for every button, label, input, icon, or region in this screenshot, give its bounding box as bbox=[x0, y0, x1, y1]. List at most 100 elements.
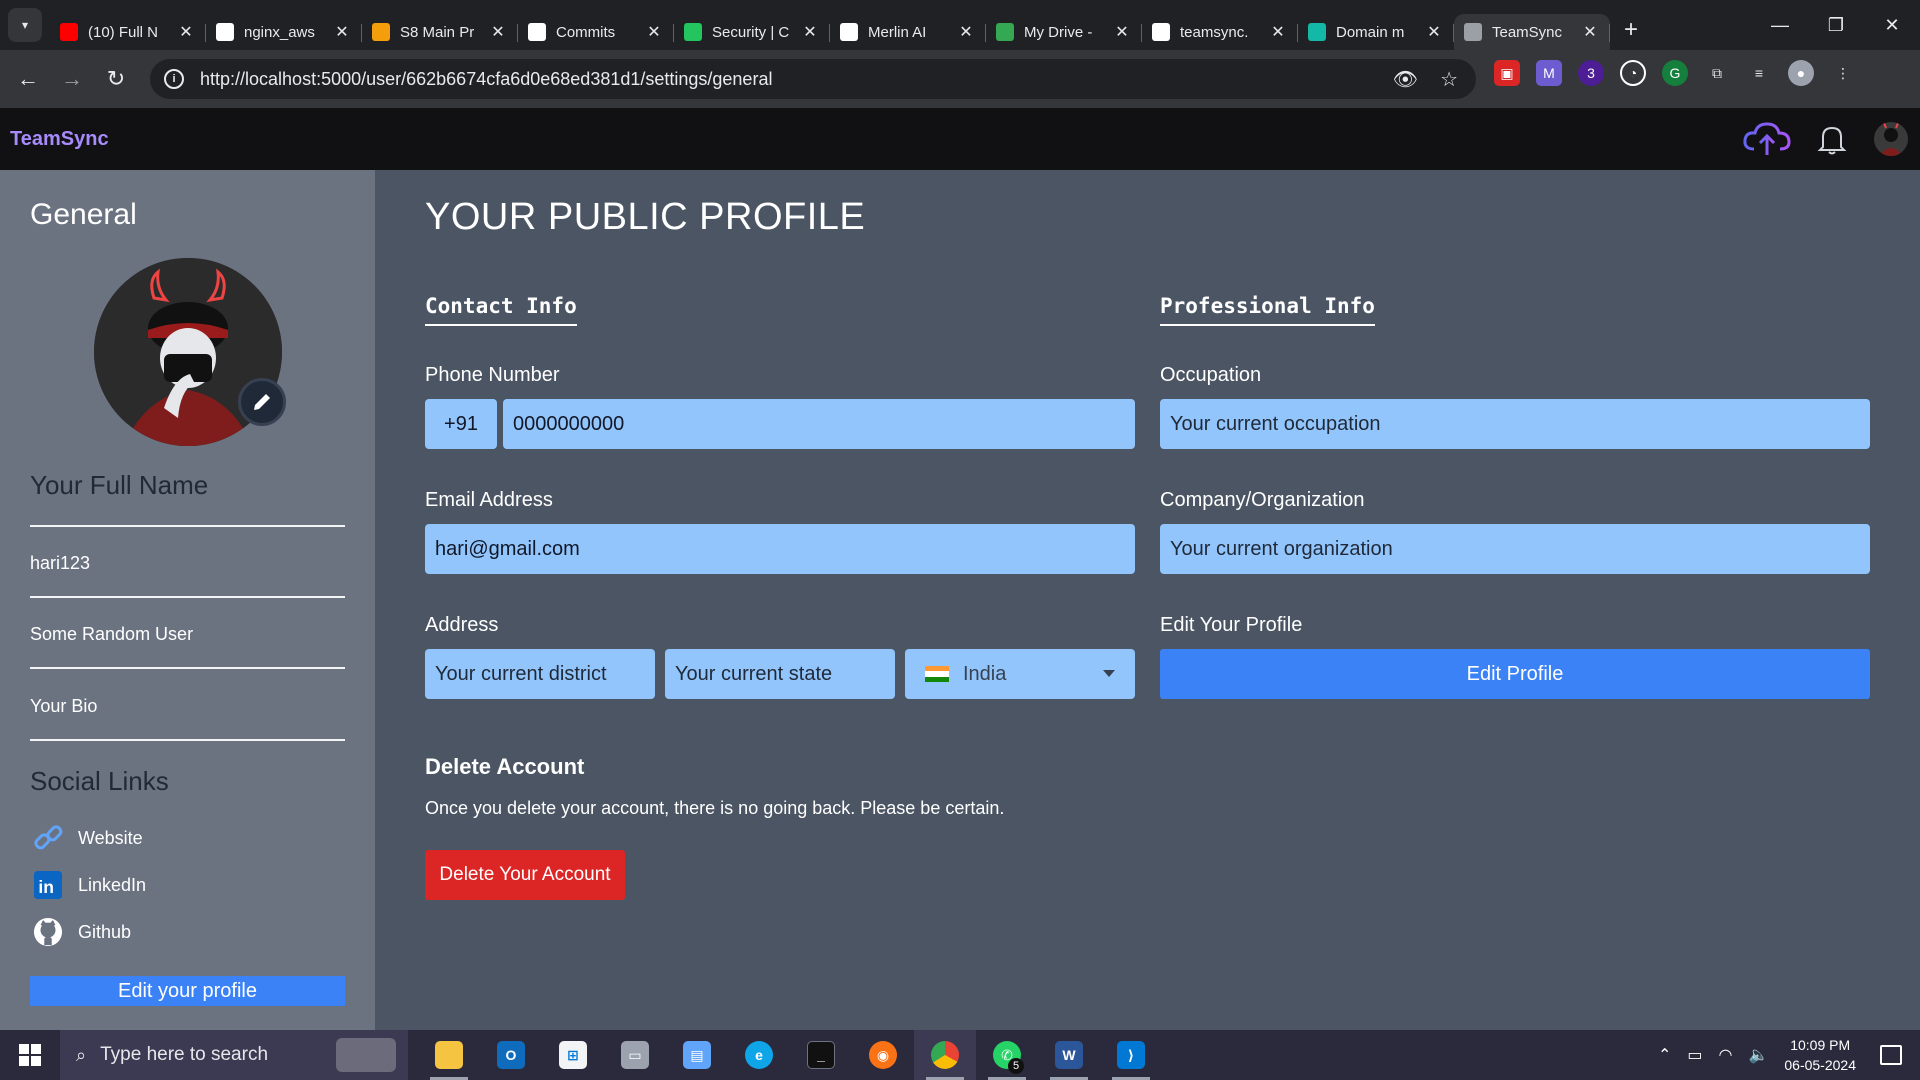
browser-tab[interactable]: Merlin AI ✕ bbox=[830, 14, 986, 50]
extension-badge-icon[interactable]: 3 bbox=[1578, 60, 1604, 86]
occupation-field[interactable]: Your current occupation bbox=[1160, 399, 1870, 449]
tab-close-icon[interactable]: ✕ bbox=[332, 22, 352, 42]
tab-close-icon[interactable]: ✕ bbox=[1580, 22, 1600, 42]
tab-close-icon[interactable]: ✕ bbox=[1268, 22, 1288, 42]
company-field[interactable]: Your current organization bbox=[1160, 524, 1870, 574]
site-info-icon[interactable]: i bbox=[164, 69, 184, 89]
tab-close-icon[interactable]: ✕ bbox=[956, 22, 976, 42]
browser-tab[interactable]: My Drive - ✕ bbox=[986, 14, 1142, 50]
company-label: Company/Organization bbox=[1160, 489, 1365, 511]
store-icon: ⊞ bbox=[559, 1041, 587, 1069]
tab-close-icon[interactable]: ✕ bbox=[176, 22, 196, 42]
chevron-up-icon[interactable]: ⌃ bbox=[1658, 1045, 1671, 1065]
back-button[interactable]: ← bbox=[6, 59, 50, 99]
outlook-app[interactable]: O bbox=[480, 1030, 542, 1080]
link-icon bbox=[32, 822, 64, 854]
cloud-upload-icon[interactable] bbox=[1742, 121, 1792, 157]
brand-logo[interactable]: TeamSync bbox=[10, 128, 109, 151]
social-link-label[interactable]: Website bbox=[78, 828, 143, 849]
grammarly-icon[interactable]: G bbox=[1662, 60, 1688, 86]
firefox-app[interactable]: ◉ bbox=[852, 1030, 914, 1080]
media-control-icon[interactable]: ≡ bbox=[1746, 60, 1772, 86]
url-text[interactable]: http://localhost:5000/user/662b6674cfa6d… bbox=[200, 69, 772, 90]
new-tab-button[interactable]: + bbox=[1624, 16, 1638, 44]
bookmark-star-icon[interactable]: ☆ bbox=[1440, 67, 1458, 92]
browser-tab[interactable]: S8 Main Pr ✕ bbox=[362, 14, 518, 50]
whatsapp-app[interactable]: ✆ 5 bbox=[976, 1030, 1038, 1080]
divider bbox=[30, 525, 345, 527]
edit-profile-button[interactable]: Edit Profile bbox=[1160, 649, 1870, 699]
social-link-label[interactable]: Github bbox=[78, 922, 131, 943]
extension-red-icon[interactable]: ▣ bbox=[1494, 60, 1520, 86]
eye-icon[interactable]: 👁 bbox=[1393, 67, 1418, 92]
remote-desktop-app[interactable]: ▭ bbox=[604, 1030, 666, 1080]
browser-tab[interactable]: teamsync. ✕ bbox=[1142, 14, 1298, 50]
professional-info-heading: Professional Info bbox=[1160, 294, 1375, 326]
browser-tab[interactable]: Domain m ✕ bbox=[1298, 14, 1454, 50]
tab-close-icon[interactable]: ✕ bbox=[644, 22, 664, 42]
domain-icon bbox=[1308, 23, 1326, 41]
delete-account-button[interactable]: Delete Your Account bbox=[425, 850, 625, 900]
india-flag-icon bbox=[925, 666, 949, 682]
social-link-website[interactable]: Website bbox=[32, 822, 143, 854]
country-select[interactable]: India bbox=[905, 649, 1135, 699]
speed-extension-icon[interactable]: ◔ bbox=[1620, 60, 1646, 86]
social-link-github[interactable]: Github bbox=[32, 916, 131, 948]
tab-close-icon[interactable]: ✕ bbox=[488, 22, 508, 42]
district-field[interactable]: Your current district bbox=[425, 649, 655, 699]
control-panel-app[interactable]: ▤ bbox=[666, 1030, 728, 1080]
app-header: TeamSync bbox=[0, 108, 1920, 170]
profile-avatar-icon[interactable]: ● bbox=[1788, 60, 1814, 86]
minimize-button[interactable]: — bbox=[1752, 0, 1808, 50]
battery-icon[interactable]: ▭ bbox=[1687, 1045, 1702, 1065]
edge-app[interactable]: e bbox=[728, 1030, 790, 1080]
terminal-app[interactable]: _ bbox=[790, 1030, 852, 1080]
tab-search-button[interactable]: ▾ bbox=[8, 8, 42, 42]
user-avatar[interactable] bbox=[1874, 122, 1908, 156]
omnibox[interactable]: i http://localhost:5000/user/662b6674cfa… bbox=[150, 59, 1476, 99]
tab-close-icon[interactable]: ✕ bbox=[800, 22, 820, 42]
pencil-icon bbox=[254, 394, 270, 410]
occupation-label: Occupation bbox=[1160, 364, 1262, 386]
bell-icon[interactable] bbox=[1814, 121, 1850, 157]
browser-tab[interactable]: nginx_aws ✕ bbox=[206, 14, 362, 50]
vscode-app[interactable]: ⟩ bbox=[1100, 1030, 1162, 1080]
edit-avatar-button[interactable] bbox=[238, 378, 286, 426]
taskbar-search[interactable]: ⌕ Type here to search bbox=[60, 1030, 408, 1080]
browser-tab[interactable]: Commits ✕ bbox=[518, 14, 674, 50]
tab-title: Merlin AI bbox=[868, 23, 927, 41]
chrome-app[interactable] bbox=[914, 1030, 976, 1080]
forward-button[interactable]: → bbox=[50, 59, 94, 99]
notification-center-icon[interactable] bbox=[1880, 1045, 1902, 1065]
wifi-icon[interactable]: ◠ bbox=[1718, 1045, 1732, 1065]
restore-button[interactable]: ❐ bbox=[1808, 0, 1864, 50]
merlin-extension-icon[interactable]: M bbox=[1536, 60, 1562, 86]
reload-button[interactable]: ↻ bbox=[94, 59, 138, 99]
browser-tab[interactable]: Security | C ✕ bbox=[674, 14, 830, 50]
taskbar-search-placeholder: Type here to search bbox=[100, 1044, 269, 1065]
close-window-button[interactable]: ✕ bbox=[1864, 0, 1920, 50]
country-code-field[interactable]: +91 bbox=[425, 399, 497, 449]
volume-icon[interactable]: 🔈 bbox=[1748, 1045, 1768, 1065]
chrome-icon bbox=[931, 1041, 959, 1069]
phone-field[interactable]: 0000000000 bbox=[503, 399, 1135, 449]
store-app[interactable]: ⊞ bbox=[542, 1030, 604, 1080]
start-button[interactable] bbox=[0, 1030, 60, 1080]
tab-close-icon[interactable]: ✕ bbox=[1424, 22, 1444, 42]
state-field[interactable]: Your current state bbox=[665, 649, 895, 699]
email-field[interactable]: hari@gmail.com bbox=[425, 524, 1135, 574]
clock[interactable]: 10:09 PM 06-05-2024 bbox=[1784, 1035, 1856, 1075]
settings-main: YOUR PUBLIC PROFILE Contact Info Phone N… bbox=[375, 170, 1920, 1030]
menu-kebab-icon[interactable]: ⋮ bbox=[1830, 60, 1856, 86]
edge-icon: e bbox=[745, 1041, 773, 1069]
social-link-linkedin[interactable]: in LinkedIn bbox=[32, 869, 146, 901]
browser-tab[interactable]: (10) Full N ✕ bbox=[50, 14, 206, 50]
extensions-puzzle-icon[interactable]: ⧉ bbox=[1704, 60, 1730, 86]
browser-tab[interactable]: TeamSync ✕ bbox=[1454, 14, 1610, 50]
edit-your-profile-button[interactable]: Edit your profile bbox=[30, 976, 345, 1006]
system-tray: ⌃ ▭ ◠ 🔈 10:09 PM 06-05-2024 bbox=[1658, 1030, 1920, 1080]
file-explorer-app[interactable] bbox=[418, 1030, 480, 1080]
social-link-label[interactable]: LinkedIn bbox=[78, 875, 146, 896]
word-app[interactable]: W bbox=[1038, 1030, 1100, 1080]
tab-close-icon[interactable]: ✕ bbox=[1112, 22, 1132, 42]
